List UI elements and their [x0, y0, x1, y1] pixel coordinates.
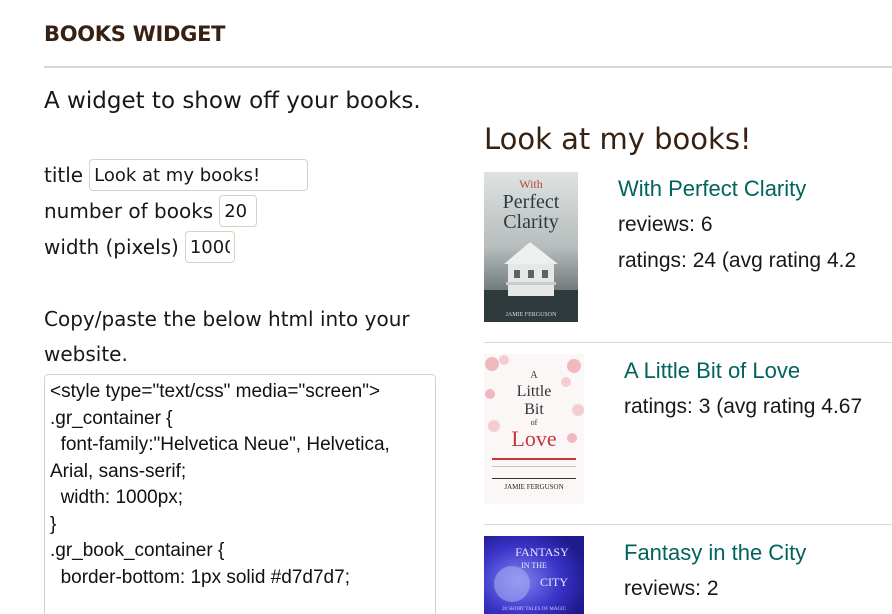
cover-text: A [530, 370, 538, 381]
book-cover-image[interactable]: FANTASY IN THE CITY 20 SHORT TALES OF MA… [484, 536, 584, 614]
cover-author: JAMIE FERGUSON [504, 483, 563, 491]
book-reviews: reviews: 2 [624, 577, 719, 600]
cover-text: FANTASY [515, 545, 569, 559]
count-input[interactable] [219, 195, 258, 227]
cover-text: Clarity [503, 211, 559, 233]
count-label: number of books [44, 199, 214, 223]
cover-text: Little [517, 383, 552, 400]
copy-instructions: Copy/paste the below html into your webs… [44, 307, 410, 366]
count-row: number of books [44, 194, 258, 228]
cover-text: CITY [540, 575, 568, 589]
width-label: width (pixels) [44, 235, 179, 259]
width-row: width (pixels) [44, 230, 235, 264]
cover-author: JAMIE FERGUSON [506, 312, 558, 318]
title-label: title [44, 163, 84, 187]
book-title-link[interactable]: A Little Bit of Love [624, 358, 800, 384]
embed-code-textarea[interactable]: <style type="text/css" media="screen"> .… [44, 374, 436, 614]
book-divider [484, 342, 892, 343]
title-row: title [44, 158, 309, 192]
widget-title: Look at my books! [484, 122, 752, 156]
book-title-link[interactable]: With Perfect Clarity [618, 176, 806, 202]
page-title: BOOKS WIDGET [44, 22, 226, 46]
header-divider [44, 66, 892, 68]
book-ratings: ratings: 3 (avg rating 4.67 [624, 395, 863, 418]
cover-text: Bit [524, 401, 544, 418]
cover-text: IN THE [521, 561, 547, 570]
book-cover-image[interactable]: A Little Bit of Love JAMIE FERGUSON [484, 354, 584, 504]
book-title-link[interactable]: Fantasy in the City [624, 540, 806, 566]
widget-description: A widget to show off your books. [44, 88, 421, 114]
width-input[interactable] [184, 231, 235, 263]
book-ratings: ratings: 24 (avg rating 4.2 [618, 249, 857, 272]
book-cover-image[interactable]: With Perfect Clarity JAMIE FERGUSON [484, 172, 578, 322]
cover-text: Perfect [503, 191, 560, 213]
cover-text: With [519, 177, 543, 191]
book-reviews: reviews: 6 [618, 213, 713, 236]
title-input[interactable] [89, 159, 309, 191]
cover-text: Love [511, 426, 556, 451]
book-divider [484, 524, 892, 525]
cover-subtitle: 20 SHORT TALES OF MAGIC [502, 607, 567, 612]
